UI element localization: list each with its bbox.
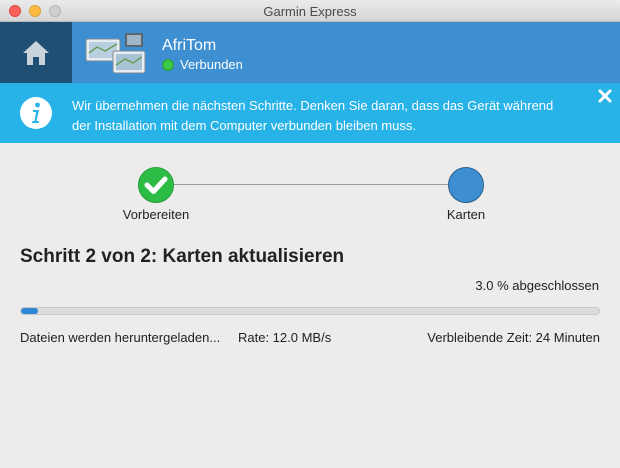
device-header: AfriTom Verbunden — [0, 22, 620, 83]
window-title: Garmin Express — [263, 4, 357, 19]
step-1-label: Vorbereiten — [122, 207, 190, 222]
checkmark-icon — [144, 176, 168, 194]
device-name: AfriTom — [162, 37, 217, 54]
step-connector — [174, 184, 449, 185]
progress-bar — [20, 307, 600, 315]
device-image — [85, 33, 146, 74]
step-heading: Schritt 2 von 2: Karten aktualisieren — [20, 246, 345, 267]
device-status: Verbunden — [162, 57, 243, 72]
step-2-circle — [448, 167, 484, 203]
app-window: Garmin Express AfriTom Verbunden Wir übe… — [0, 0, 620, 468]
download-rate: Rate: 12.0 MB/s — [238, 330, 332, 345]
time-remaining: Verbleibende Zeit: 24 Minuten — [427, 330, 600, 345]
banner-message: Wir übernehmen die nächsten Schritte. De… — [72, 98, 554, 133]
status-dot-icon — [162, 58, 174, 71]
info-icon — [20, 97, 52, 129]
close-icon[interactable] — [597, 88, 613, 104]
title-bar: Garmin Express — [0, 0, 620, 22]
home-icon — [23, 40, 49, 65]
step-1-circle — [138, 167, 174, 203]
device-status-label: Verbunden — [180, 57, 243, 72]
progress-bar-fill — [21, 308, 39, 314]
progress-percent: 3.0 % abgeschlossen — [475, 278, 599, 293]
info-banner: Wir übernehmen die nächsten Schritte. De… — [0, 83, 620, 143]
step-indicator: Vorbereiten Karten — [0, 143, 620, 233]
home-button[interactable] — [0, 22, 72, 83]
download-status: Dateien werden heruntergeladen... — [20, 330, 221, 345]
step-2-label: Karten — [446, 207, 486, 222]
